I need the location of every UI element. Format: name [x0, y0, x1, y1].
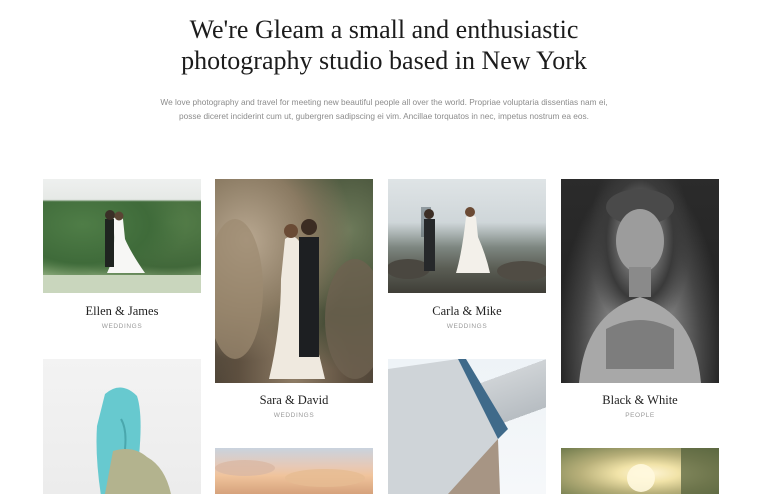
portfolio-photo[interactable] [388, 179, 546, 293]
black-white-portrait-image [579, 189, 701, 383]
hero-heading-line: photography studio based in New York [181, 46, 587, 75]
portfolio-photo[interactable] [561, 448, 719, 494]
portfolio-photo[interactable] [388, 359, 546, 494]
hero-description-line: We love photography and travel for meeti… [160, 97, 608, 107]
portfolio-title[interactable]: Black & White [561, 393, 719, 408]
portfolio-photo[interactable] [43, 359, 201, 494]
portfolio-category: PEOPLE [625, 412, 655, 419]
portfolio-photo[interactable] [43, 179, 201, 293]
portfolio-item[interactable] [215, 448, 373, 494]
portfolio-item[interactable] [561, 448, 719, 494]
hero-heading: We're Gleam a small and enthusiastic pho… [0, 14, 768, 76]
portfolio-item[interactable] [43, 359, 201, 494]
portfolio-title[interactable]: Sara & David [215, 393, 373, 408]
portfolio-title[interactable]: Ellen & James [43, 304, 201, 319]
portfolio-item-sara-david[interactable]: Sara & David WEDDINGS [215, 179, 373, 429]
wedding-couple-beach-image [388, 207, 546, 281]
hero-description: We love photography and travel for meeti… [130, 95, 638, 123]
sunset-sky-image [215, 460, 365, 487]
portfolio-category: WEDDINGS [446, 323, 488, 330]
portfolio-item-black-white[interactable]: Black & White PEOPLE [561, 179, 719, 429]
portfolio-item-carla-mike[interactable]: Carla & Mike WEDDINGS [388, 179, 546, 339]
portfolio-category: WEDDINGS [101, 323, 143, 330]
portfolio-title[interactable]: Carla & Mike [388, 304, 546, 319]
sunlight-nature-image [627, 448, 719, 494]
hero-heading-line: We're Gleam a small and enthusiastic [189, 15, 579, 44]
hero-description-line: posse diceret inciderint cum ut, gubergr… [179, 111, 589, 121]
portfolio-item-ellen-james[interactable]: Ellen & James WEDDINGS [43, 179, 201, 339]
portfolio-photo[interactable] [561, 179, 719, 383]
portfolio-category: WEDDINGS [273, 412, 315, 419]
portfolio-photo[interactable] [215, 448, 373, 494]
wedding-couple-image [43, 210, 201, 293]
portfolio-item[interactable] [388, 359, 546, 494]
modern-building-image [388, 359, 508, 494]
portfolio-photo[interactable] [215, 179, 373, 383]
wedding-couple-rocks-image [215, 219, 373, 379]
blue-hair-portrait-image [96, 387, 171, 494]
